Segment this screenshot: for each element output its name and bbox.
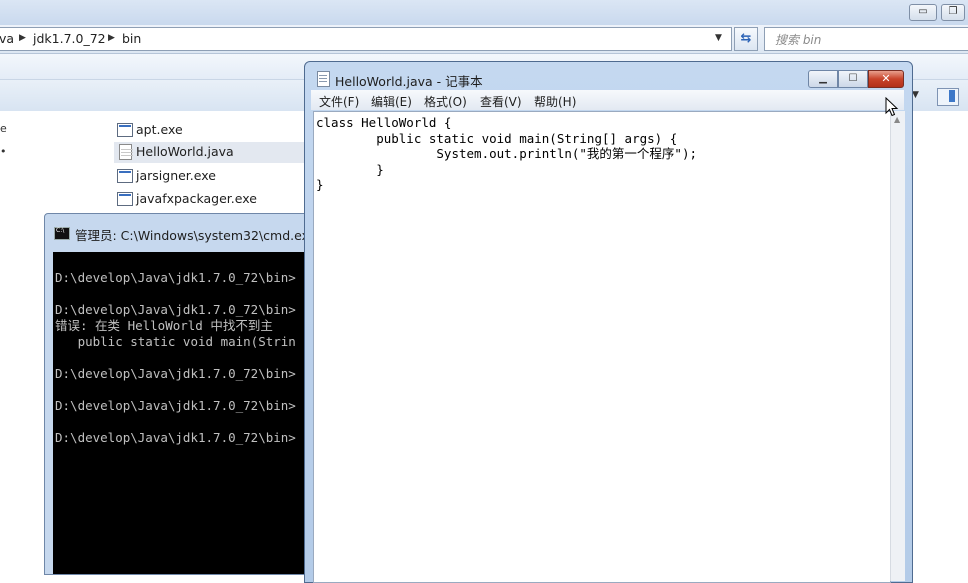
breadcrumb-jdk[interactable]: jdk1.7.0_72: [33, 31, 106, 46]
cmd-titlebar[interactable]: 管理员: C:\Windows\system32\cmd.exe: [45, 214, 317, 249]
breadcrumb-java[interactable]: va: [0, 31, 14, 46]
explorer-address-bar: va ▶ jdk1.7.0_72 ▶ bin ▼ ⇆ 搜索 bin: [0, 25, 968, 54]
breadcrumb-separator-icon[interactable]: ▶: [108, 33, 115, 43]
maximize-button[interactable]: ☐: [838, 70, 868, 88]
console-icon: [54, 227, 70, 240]
vertical-scrollbar[interactable]: ▲: [890, 111, 905, 581]
explorer-minimize-button[interactable]: ▭: [909, 4, 937, 21]
nav-pane-fragment: •: [0, 145, 7, 158]
exe-icon: [117, 192, 133, 206]
java-file-icon: [119, 144, 133, 160]
console-line: public static void main(Strin: [55, 334, 296, 349]
console-line: 错误: 在类 HelloWorld 中找不到主: [55, 318, 273, 333]
nav-pane-fragment: e: [0, 122, 7, 135]
breadcrumb-separator-icon[interactable]: ▶: [19, 33, 26, 43]
text-editor[interactable]: class HelloWorld { public static void ma…: [313, 111, 891, 583]
cmd-title: 管理员: C:\Windows\system32\cmd.exe: [75, 228, 317, 243]
notepad-menubar: 文件(F) 编辑(E) 格式(O) 查看(V) 帮助(H): [311, 90, 904, 110]
preview-pane-button[interactable]: [937, 88, 959, 106]
file-name: jarsigner.exe: [136, 168, 216, 183]
notepad-icon: [317, 71, 330, 87]
editor-content: class HelloWorld { public static void ma…: [316, 115, 698, 192]
address-dropdown-icon[interactable]: ▼: [715, 33, 722, 43]
explorer-titlebar: ▭ ❐: [0, 0, 968, 25]
minimize-button[interactable]: ▁: [808, 70, 838, 88]
explorer-restore-button[interactable]: ❐: [941, 4, 965, 21]
console-output[interactable]: D:\develop\Java\jdk1.7.0_72\bin> D:\deve…: [53, 252, 313, 574]
menu-file[interactable]: 文件(F): [319, 93, 359, 110]
menu-view[interactable]: 查看(V): [480, 93, 522, 110]
console-line: D:\develop\Java\jdk1.7.0_72\bin>: [55, 430, 296, 445]
search-placeholder: 搜索 bin: [775, 33, 822, 47]
cmd-window[interactable]: 管理员: C:\Windows\system32\cmd.exe D:\deve…: [44, 213, 317, 575]
menu-help[interactable]: 帮助(H): [534, 93, 576, 110]
file-name: apt.exe: [136, 122, 183, 137]
console-line: D:\develop\Java\jdk1.7.0_72\bin>: [55, 270, 296, 285]
file-item-apt[interactable]: apt.exe: [117, 120, 302, 141]
view-options-dropdown-icon[interactable]: ▼: [912, 90, 919, 100]
console-line: D:\develop\Java\jdk1.7.0_72\bin>: [55, 398, 296, 413]
console-line: D:\develop\Java\jdk1.7.0_72\bin>: [55, 302, 296, 317]
notepad-title: HelloWorld.java - 记事本: [335, 74, 483, 89]
refresh-button[interactable]: ⇆: [734, 27, 758, 51]
menu-format[interactable]: 格式(O): [424, 93, 467, 110]
close-button[interactable]: ✕: [868, 70, 904, 88]
address-input[interactable]: va ▶ jdk1.7.0_72 ▶ bin ▼: [0, 27, 732, 51]
exe-icon: [117, 123, 133, 137]
file-name: javafxpackager.exe: [136, 191, 257, 206]
notepad-window[interactable]: HelloWorld.java - 记事本 ▁ ☐ ✕ 文件(F) 编辑(E) …: [304, 61, 913, 583]
menu-edit[interactable]: 编辑(E): [371, 93, 412, 110]
exe-icon: [117, 169, 133, 183]
breadcrumb-bin[interactable]: bin: [122, 31, 141, 46]
file-item-javafxpackager[interactable]: javafxpackager.exe: [117, 189, 302, 210]
file-item-jarsigner[interactable]: jarsigner.exe: [117, 166, 302, 187]
console-line: D:\develop\Java\jdk1.7.0_72\bin>: [55, 366, 296, 381]
file-name: HelloWorld.java: [136, 144, 234, 159]
search-input[interactable]: 搜索 bin: [764, 27, 968, 51]
file-item-helloworld-java[interactable]: HelloWorld.java: [114, 142, 306, 163]
